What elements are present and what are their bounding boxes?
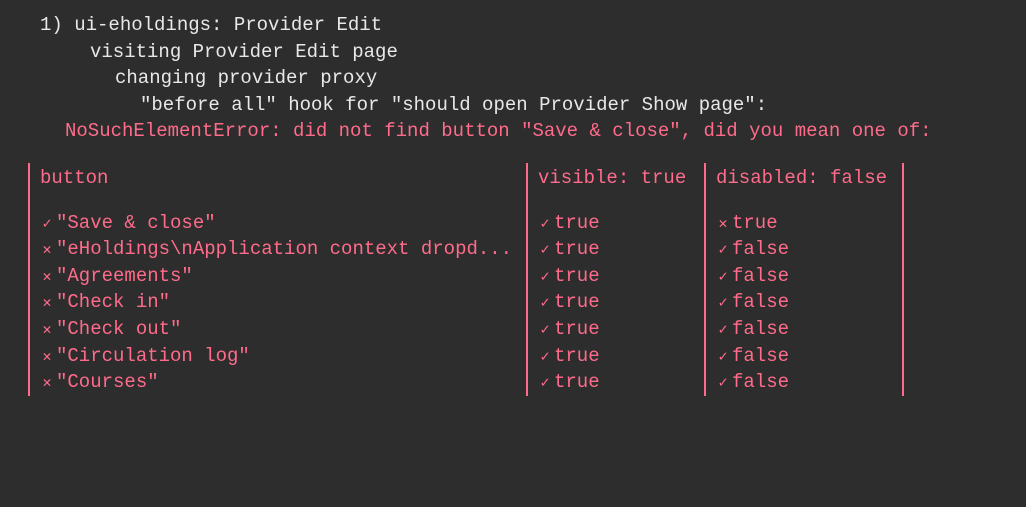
test-number: 1) — [40, 14, 63, 36]
check-icon — [716, 369, 730, 396]
cell-disabled: false — [704, 316, 904, 343]
test-context-2: changing provider proxy — [20, 65, 1006, 92]
header-disabled: disabled: false — [704, 163, 904, 194]
cell-button: "Save & close" — [28, 210, 528, 237]
visible-text: true — [554, 238, 600, 260]
visible-text: true — [554, 371, 600, 393]
cell-visible: true — [526, 369, 706, 396]
test-suite-line: 1) ui-eholdings: Provider Edit — [20, 12, 1006, 39]
visible-text: true — [554, 345, 600, 367]
cell-visible: true — [526, 289, 706, 316]
table-row: "eHoldings\nApplication context dropd...… — [28, 236, 1006, 263]
cell-disabled: false — [704, 263, 904, 290]
check-icon — [538, 289, 552, 316]
visible-text: true — [554, 212, 600, 234]
cross-icon — [716, 210, 730, 237]
button-text: "Courses" — [56, 371, 159, 393]
table-row: "Save & close" true true — [28, 210, 1006, 237]
table-row: "Circulation log" true false — [28, 343, 1006, 370]
table-header-row: button visible: true disabled: false — [28, 163, 1006, 194]
table-row: "Courses" true false — [28, 369, 1006, 396]
cell-disabled: true — [704, 210, 904, 237]
table-row: "Agreements" true false — [28, 263, 1006, 290]
cell-disabled: false — [704, 289, 904, 316]
check-icon — [716, 289, 730, 316]
cross-icon — [40, 289, 54, 316]
button-text: "Check in" — [56, 291, 170, 313]
check-icon — [538, 236, 552, 263]
check-icon — [716, 263, 730, 290]
disabled-text: false — [732, 291, 789, 313]
test-hook: "before all" hook for "should open Provi… — [20, 92, 1006, 119]
test-suite-name: ui-eholdings: Provider Edit — [74, 14, 382, 36]
disabled-text: false — [732, 318, 789, 340]
button-text: "Save & close" — [56, 212, 216, 234]
candidates-table: button visible: true disabled: false "Sa… — [20, 163, 1006, 396]
header-button: button — [28, 163, 528, 194]
cross-icon — [40, 369, 54, 396]
button-text: "Check out" — [56, 318, 181, 340]
check-icon — [40, 210, 54, 237]
check-icon — [538, 343, 552, 370]
check-icon — [538, 316, 552, 343]
cell-visible: true — [526, 343, 706, 370]
button-text: "Agreements" — [56, 265, 193, 287]
cell-button: "eHoldings\nApplication context dropd... — [28, 236, 528, 263]
cell-button: "Courses" — [28, 369, 528, 396]
cell-button: "Agreements" — [28, 263, 528, 290]
error-message: NoSuchElementError: did not find button … — [20, 118, 1006, 145]
cell-button: "Check in" — [28, 289, 528, 316]
cell-button: "Circulation log" — [28, 343, 528, 370]
disabled-text: false — [732, 345, 789, 367]
cell-visible: true — [526, 316, 706, 343]
button-text: "eHoldings\nApplication context dropd... — [56, 238, 512, 260]
button-text: "Circulation log" — [56, 345, 250, 367]
check-icon — [538, 263, 552, 290]
disabled-text: false — [732, 265, 789, 287]
table-row: "Check in" true false — [28, 289, 1006, 316]
visible-text: true — [554, 291, 600, 313]
disabled-text: false — [732, 238, 789, 260]
cell-button: "Check out" — [28, 316, 528, 343]
cell-disabled: false — [704, 369, 904, 396]
cell-visible: true — [526, 236, 706, 263]
check-icon — [716, 343, 730, 370]
test-context-1: visiting Provider Edit page — [20, 39, 1006, 66]
disabled-text: false — [732, 371, 789, 393]
visible-text: true — [554, 265, 600, 287]
cross-icon — [40, 236, 54, 263]
cell-visible: true — [526, 210, 706, 237]
cell-visible: true — [526, 263, 706, 290]
cross-icon — [40, 316, 54, 343]
disabled-text: true — [732, 212, 778, 234]
check-icon — [538, 369, 552, 396]
cross-icon — [40, 263, 54, 290]
cross-icon — [40, 343, 54, 370]
visible-text: true — [554, 318, 600, 340]
cell-disabled: false — [704, 343, 904, 370]
check-icon — [538, 210, 552, 237]
check-icon — [716, 316, 730, 343]
cell-disabled: false — [704, 236, 904, 263]
table-separator — [28, 194, 1006, 210]
table-row: "Check out" true false — [28, 316, 1006, 343]
check-icon — [716, 236, 730, 263]
header-visible: visible: true — [526, 163, 706, 194]
